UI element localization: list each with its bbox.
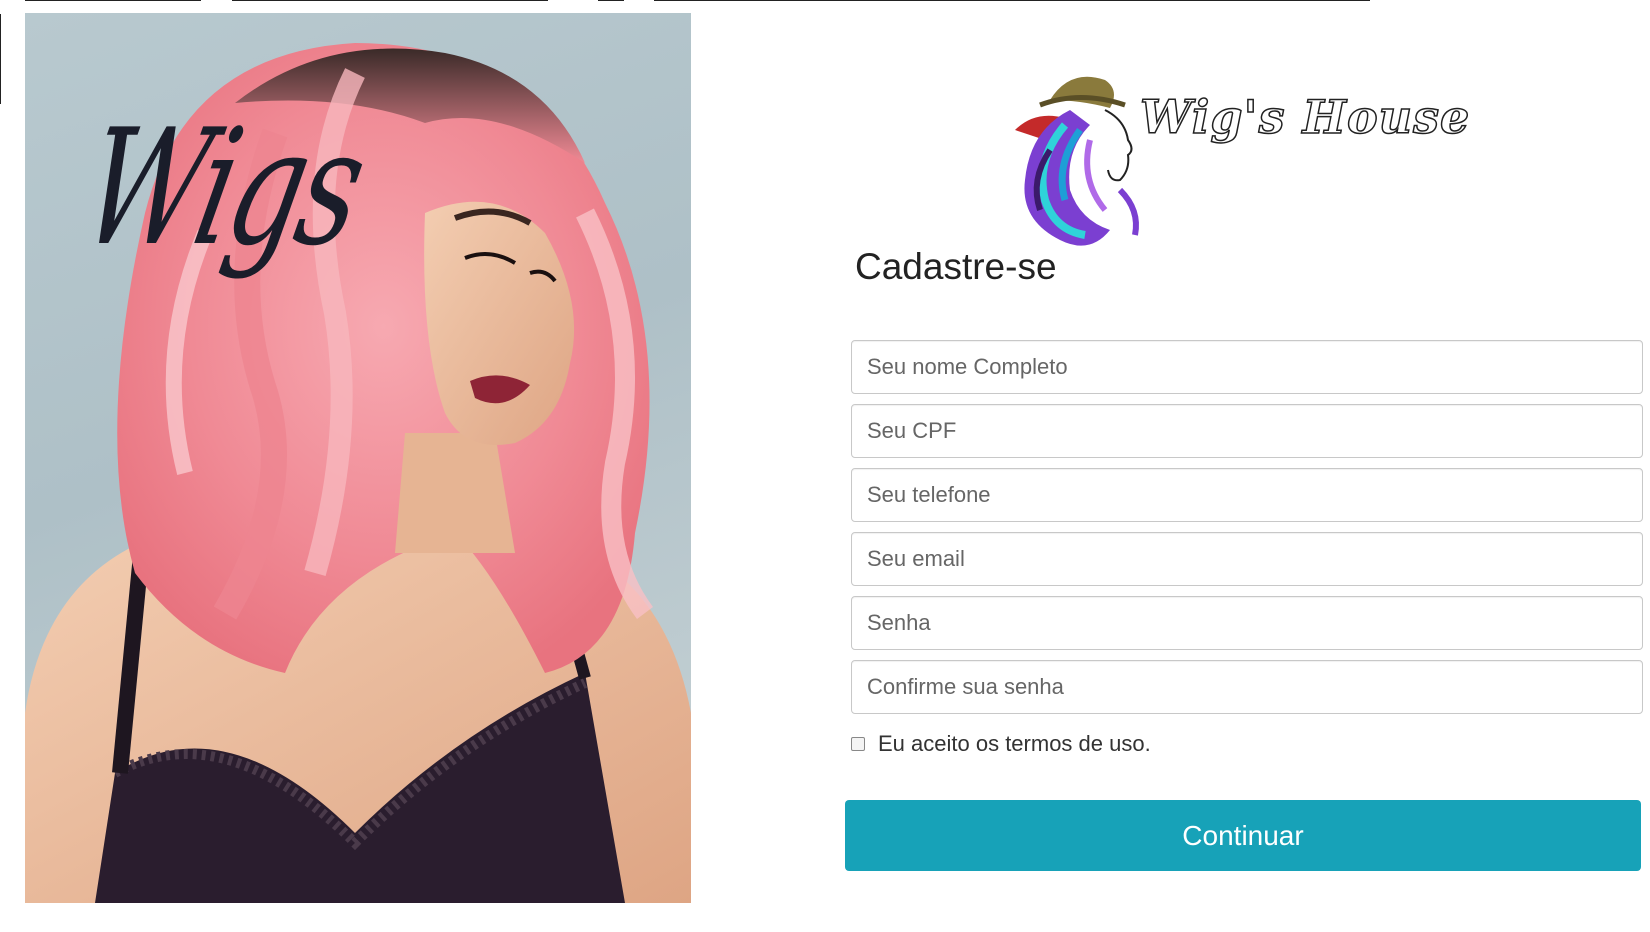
hero-script-text: Wigs <box>68 94 377 281</box>
page-title: Cadastre-se <box>855 246 1057 287</box>
wig-woman-logo-icon <box>1015 76 1139 246</box>
left-rule <box>0 14 1 104</box>
top-rule <box>232 0 548 1</box>
top-rule <box>654 0 1370 1</box>
full-name-field[interactable] <box>851 340 1643 394</box>
terms-label: Eu aceito os termos de uso. <box>878 731 1151 756</box>
terms-checkbox[interactable] <box>851 737 865 751</box>
terms-row: Eu aceito os termos de uso. <box>851 731 1151 757</box>
brand-logo: Wig's House <box>1010 70 1470 260</box>
cpf-field[interactable] <box>851 404 1643 458</box>
signup-page: Wigs Wig's House Cadastre-se Eu aceito o <box>0 0 1650 932</box>
confirm-password-field[interactable] <box>851 660 1643 714</box>
brand-logo-text: Wig's House <box>1139 89 1471 145</box>
hero-image: Wigs <box>25 13 691 903</box>
continue-button[interactable]: Continuar <box>845 800 1641 871</box>
phone-field[interactable] <box>851 468 1643 522</box>
email-field[interactable] <box>851 532 1643 586</box>
top-rule <box>598 0 624 1</box>
top-rule <box>25 0 201 1</box>
password-field[interactable] <box>851 596 1643 650</box>
